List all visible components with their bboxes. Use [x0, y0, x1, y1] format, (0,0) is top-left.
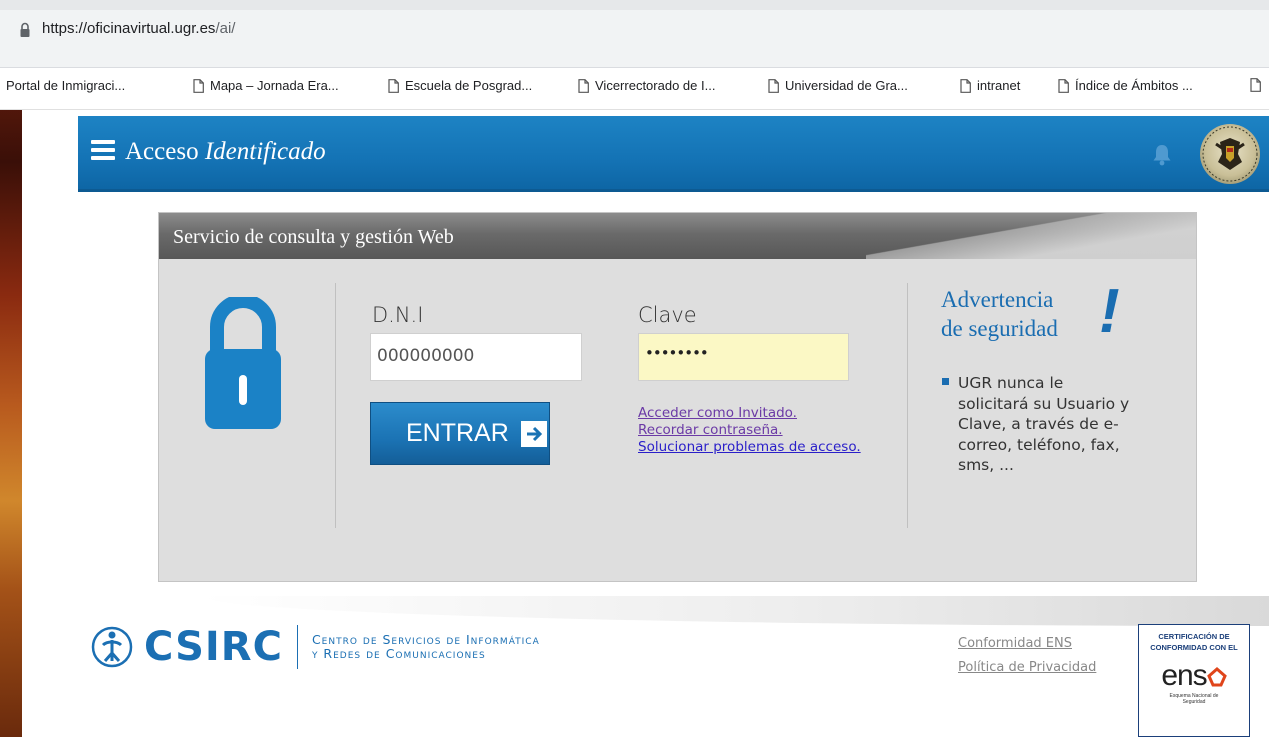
csirc-logo[interactable]: CSIRC Centro de Servicios de Informática…: [90, 622, 540, 672]
bookmark-label: Mapa – Jornada Era...: [210, 78, 339, 93]
title-italic: Identificado: [204, 138, 326, 165]
entrar-button[interactable]: ENTRAR: [370, 402, 550, 465]
padlock-icon: [205, 297, 281, 429]
badge-footnote: Esquema Nacional de Seguridad: [1139, 693, 1249, 705]
footer-links: Conformidad ENS Política de Privacidad: [958, 632, 1096, 680]
badge-heading: CERTIFICACIÓN DE CONFORMIDAD CON EL: [1139, 631, 1249, 653]
bookmarks-bar: Portal de Inmigraci... Mapa – Jornada Er…: [0, 68, 1269, 110]
page-icon: [388, 78, 399, 93]
page-icon: [1250, 78, 1261, 92]
divider: [907, 283, 908, 528]
guest-access-link[interactable]: Acceder como Invitado.: [638, 405, 861, 422]
csirc-emblem-icon: [91, 626, 133, 668]
ugr-crest-logo[interactable]: [1200, 124, 1260, 184]
csirc-wordmark: CSIRC: [144, 624, 283, 670]
arrow-right-icon: [520, 420, 547, 447]
bookmark-item[interactable]: Escuela de Posgrad...: [388, 78, 532, 93]
browser-tabstrip-edge: [0, 0, 1269, 10]
csirc-subtitle-line1: Centro de Servicios de Informática: [311, 632, 540, 647]
page-icon: [960, 78, 971, 93]
page-icon: [193, 78, 204, 93]
warning-title-line2: de seguridad: [941, 316, 1058, 341]
panel-header: Servicio de consulta y gestión Web: [159, 213, 1196, 259]
logo-separator: [296, 625, 298, 669]
panel-title: Servicio de consulta y gestión Web: [173, 226, 454, 248]
url-path: /ai/: [215, 20, 236, 37]
page-icon: [768, 78, 779, 93]
clave-label: Clave: [638, 303, 697, 327]
badge-heading-line2: CONFORMIDAD CON EL: [1150, 643, 1238, 652]
csirc-subtitle: Centro de Servicios de Informática y Red…: [312, 633, 540, 661]
badge-heading-line1: CERTIFICACIÓN DE: [1158, 632, 1230, 641]
warning-title-line1: Advertencia: [941, 287, 1054, 312]
url-field[interactable]: https://oficinavirtual.ugr.es/ai/: [42, 20, 235, 37]
bookmark-overflow[interactable]: [1250, 78, 1261, 92]
bookmark-label: Vicerrectorado de I...: [595, 78, 716, 93]
bookmark-item[interactable]: Vicerrectorado de I...: [578, 78, 715, 93]
access-problems-link[interactable]: Solucionar problemas de acceso.: [638, 439, 861, 456]
bookmark-label: Universidad de Gra...: [785, 78, 908, 93]
site-header: Acceso Identificado: [78, 116, 1269, 192]
bullet-icon: [942, 378, 949, 385]
crest-icon: [1202, 126, 1258, 182]
bookmark-item[interactable]: Portal de Inmigraci...: [6, 78, 125, 93]
divider: [335, 283, 336, 528]
security-warning-text: UGR nunca le solicitará su Usuario y Cla…: [958, 374, 1130, 474]
help-links: Acceder como Invitado. Recordar contrase…: [638, 405, 861, 456]
badge-footnote-line2: Seguridad: [1182, 699, 1206, 705]
lock-icon: [20, 22, 30, 37]
csirc-subtitle-line2: y Redes de Comunicaciones: [311, 646, 486, 661]
bookmark-label: Índice de Ámbitos ...: [1075, 78, 1193, 93]
bell-icon[interactable]: [1152, 144, 1172, 166]
background-photo-edge: [0, 0, 22, 737]
ens-certification-badge[interactable]: CERTIFICACIÓN DE CONFORMIDAD CON EL ens …: [1138, 624, 1250, 737]
password-input[interactable]: ••••••••: [638, 333, 849, 381]
bookmark-item[interactable]: Mapa – Jornada Era...: [193, 78, 339, 93]
dni-label: D.N.I: [372, 303, 424, 327]
bookmark-label: Escuela de Posgrad...: [405, 78, 533, 93]
security-warning-title: Advertencia de seguridad: [941, 285, 1058, 343]
dni-input[interactable]: 000000000: [370, 333, 582, 381]
login-panel: Servicio de consulta y gestión Web D.N.I…: [158, 212, 1197, 582]
entrar-button-label: ENTRAR: [406, 419, 509, 447]
browser-address-bar: https://oficinavirtual.ugr.es/ai/: [0, 0, 1269, 68]
page-title: Acceso Identificado: [125, 138, 326, 166]
ens-conformity-link[interactable]: Conformidad ENS: [958, 632, 1096, 656]
exclamation-icon: !: [1099, 277, 1120, 346]
bookmark-item[interactable]: intranet: [960, 78, 1020, 93]
recover-password-link[interactable]: Recordar contraseña.: [638, 422, 861, 439]
bookmark-label: intranet: [977, 78, 1021, 93]
title-plain: Acceso: [125, 138, 205, 165]
bookmark-item[interactable]: Universidad de Gra...: [768, 78, 908, 93]
page-icon: [578, 78, 589, 93]
ens-logo: ens: [1139, 659, 1249, 693]
ens-wordmark: ens: [1161, 659, 1207, 692]
bookmark-label: Portal de Inmigraci...: [6, 78, 126, 93]
url-host: https://oficinavirtual.ugr.es: [42, 20, 216, 37]
page-icon: [1058, 78, 1069, 93]
ens-ring-icon: [1206, 667, 1227, 687]
bookmark-item[interactable]: Índice de Ámbitos ...: [1058, 78, 1193, 93]
hamburger-menu-icon[interactable]: [91, 140, 115, 160]
privacy-policy-link[interactable]: Política de Privacidad: [958, 656, 1096, 680]
